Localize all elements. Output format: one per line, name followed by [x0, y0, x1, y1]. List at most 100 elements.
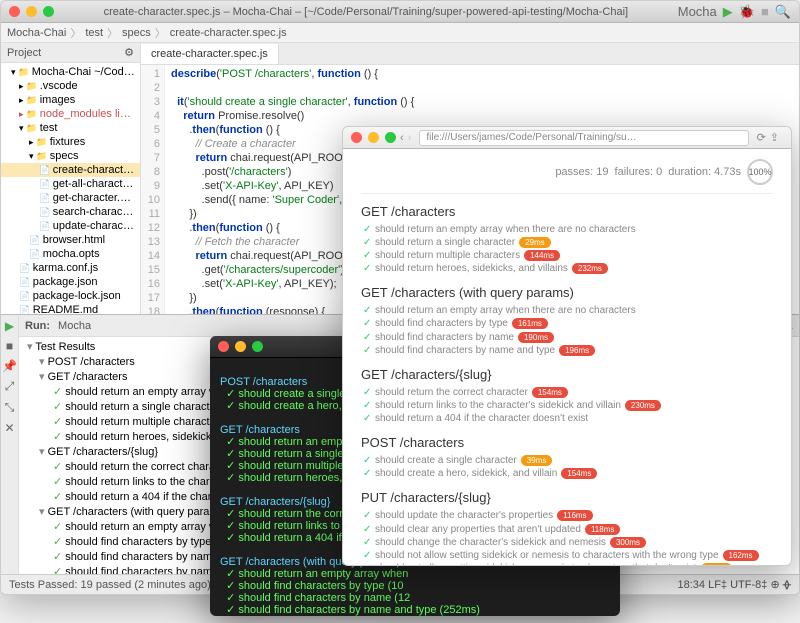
forward-icon[interactable]: › — [408, 132, 412, 144]
stop-icon[interactable]: ■ — [761, 4, 769, 19]
close-icon[interactable]: ✕ — [4, 421, 14, 435]
duration-badge: 154ms — [561, 468, 597, 479]
tests-passed-status: Tests Passed: 19 passed (2 minutes ago) — [9, 579, 211, 591]
test-item[interactable]: should update the character's properties… — [361, 509, 773, 522]
test-item[interactable]: should create a single character39ms — [361, 454, 773, 467]
run-config[interactable]: Mocha — [678, 4, 717, 19]
test-item[interactable]: should return an empty array when there … — [361, 304, 773, 317]
test-item[interactable]: should change the character's sidekick a… — [361, 536, 773, 549]
suite-title[interactable]: GET /characters (with query params) — [361, 285, 773, 300]
mocha-summary: passes: 19 failures: 0 duration: 4.73s 1… — [361, 159, 773, 194]
browser-content: passes: 19 failures: 0 duration: 4.73s 1… — [343, 149, 791, 565]
collapse-icon[interactable]: ⤡ — [5, 400, 15, 415]
test-item[interactable]: should find characters by name190ms — [361, 331, 773, 344]
tree-item[interactable]: images — [1, 93, 140, 107]
run-label: Run: — [25, 320, 50, 332]
window-title: create-character.spec.js – Mocha-Chai – … — [54, 6, 678, 18]
duration-badge: 196ms — [559, 345, 595, 356]
test-item[interactable]: should return the correct character154ms — [361, 386, 773, 399]
mocha-report: GET /characters should return an empty ar… — [361, 204, 773, 565]
tree-item[interactable]: specs — [1, 149, 140, 163]
breadcrumb-item[interactable]: create-character.spec.js — [170, 27, 287, 39]
browser-window: ‹ › file:///Users/james/Code/Personal/Tr… — [342, 126, 792, 566]
test-item[interactable]: should not allow setting sidekick or nem… — [361, 562, 773, 565]
pin-icon[interactable]: 📌 — [2, 359, 17, 373]
breadcrumb-item[interactable]: Mocha-Chai — [7, 27, 66, 39]
test-item[interactable]: should find characters by name and type1… — [361, 344, 773, 357]
test-item[interactable]: should return multiple characters144ms — [361, 249, 773, 262]
suite-title[interactable]: GET /characters/{slug} — [361, 367, 773, 382]
test-item[interactable]: should clear any properties that aren't … — [361, 523, 773, 536]
suite-title[interactable]: PUT /characters/{slug} — [361, 490, 773, 505]
window-controls — [9, 6, 54, 17]
test-item[interactable]: should return an empty array when there … — [361, 223, 773, 236]
tree-item[interactable]: create-character.spec.js — [1, 163, 140, 177]
close-icon[interactable] — [351, 132, 362, 143]
reload-icon[interactable]: ⟳ — [757, 131, 766, 144]
project-tree[interactable]: Mocha-Chai ~/Code/Personal/Tr.vscodeimag… — [1, 63, 140, 333]
editor-tab[interactable]: create-character.spec.js — [141, 44, 279, 64]
ide-titlebar: create-character.spec.js – Mocha-Chai – … — [1, 1, 799, 23]
maximize-icon[interactable] — [43, 6, 54, 17]
tree-item[interactable]: search-characters.spec. — [1, 205, 140, 219]
tree-item[interactable]: .vscode — [1, 79, 140, 93]
test-item[interactable]: should create a hero, sidekick, and vill… — [361, 467, 773, 480]
url-bar[interactable]: file:///Users/james/Code/Personal/Traini… — [419, 130, 748, 146]
search-icon[interactable]: 🔍 — [775, 4, 791, 20]
minimize-icon[interactable] — [235, 341, 246, 352]
test-item[interactable]: should return a single character29ms — [361, 236, 773, 249]
maximize-icon[interactable] — [252, 341, 263, 352]
duration-badge: 230ms — [625, 400, 661, 411]
suite-title[interactable]: GET /characters — [361, 204, 773, 219]
minimize-icon[interactable] — [368, 132, 379, 143]
test-item[interactable]: should return links to the character's s… — [361, 399, 773, 412]
minimize-icon[interactable] — [26, 6, 37, 17]
debug-icon[interactable]: 🐞 — [739, 4, 755, 20]
breadcrumb-item[interactable]: specs — [122, 27, 151, 39]
failures-count[interactable]: failures: 0 — [615, 166, 663, 178]
editor-tabs[interactable]: create-character.spec.js — [141, 43, 799, 65]
test-item[interactable]: should find characters by type161ms — [361, 317, 773, 330]
stop-icon[interactable]: ■ — [6, 339, 13, 353]
test-item[interactable]: should return heroes, sidekicks, and vil… — [361, 262, 773, 275]
share-icon[interactable]: ⇪ — [770, 131, 779, 144]
expand-icon[interactable]: ⤢ — [5, 379, 15, 394]
run-name: Mocha — [58, 320, 91, 332]
rerun-icon[interactable]: ▶ — [5, 319, 14, 333]
tree-item[interactable]: update-character.spec.j — [1, 219, 140, 233]
tree-item[interactable]: get-all-characters.spec. — [1, 177, 140, 191]
pass-percentage: 100% — [747, 159, 773, 185]
close-icon[interactable] — [218, 341, 229, 352]
test-item[interactable]: should return a 404 if the character doe… — [361, 412, 773, 425]
run-icon[interactable]: ▶ — [723, 4, 733, 20]
tree-item[interactable]: karma.conf.js — [1, 261, 140, 275]
gear-icon[interactable]: ⚙ — [124, 46, 134, 59]
duration-badge: 190ms — [518, 332, 554, 343]
browser-titlebar: ‹ › file:///Users/james/Code/Personal/Tr… — [343, 127, 791, 149]
tree-item[interactable]: fixtures — [1, 135, 140, 149]
tree-item[interactable]: node_modules library root — [1, 107, 140, 121]
test-suite: PUT /characters/{slug} should update the … — [361, 490, 773, 565]
tree-item[interactable]: mocha.opts — [1, 247, 140, 261]
tree-item[interactable]: test — [1, 121, 140, 135]
passes-count[interactable]: passes: 19 — [555, 166, 608, 178]
test-suite: GET /characters (with query params) shoul… — [361, 285, 773, 356]
breadcrumb-item[interactable]: test — [85, 27, 103, 39]
tree-item[interactable]: browser.html — [1, 233, 140, 247]
test-suite: POST /characters should create a single c… — [361, 435, 773, 480]
tree-item[interactable]: package.json — [1, 275, 140, 289]
back-icon[interactable]: ‹ — [400, 132, 404, 144]
duration-badge: 118ms — [585, 524, 620, 535]
test-item[interactable]: should not allow setting sidekick or nem… — [361, 549, 773, 562]
breadcrumb[interactable]: Mocha-Chai〉test〉specs〉create-character.s… — [1, 23, 799, 43]
status-right: 18:34 LF‡ UTF-8‡ ⊕ ᚖ — [678, 578, 791, 591]
duration: duration: 4.73s — [668, 166, 741, 178]
maximize-icon[interactable] — [385, 132, 396, 143]
tree-item[interactable]: Mocha-Chai ~/Code/Personal/Tr — [1, 65, 140, 79]
tree-item[interactable]: get-character.spec.js — [1, 191, 140, 205]
duration-badge: 29ms — [519, 237, 551, 248]
tree-item[interactable]: package-lock.json — [1, 289, 140, 303]
close-icon[interactable] — [9, 6, 20, 17]
project-header[interactable]: Project ⚙ — [1, 43, 140, 63]
suite-title[interactable]: POST /characters — [361, 435, 773, 450]
